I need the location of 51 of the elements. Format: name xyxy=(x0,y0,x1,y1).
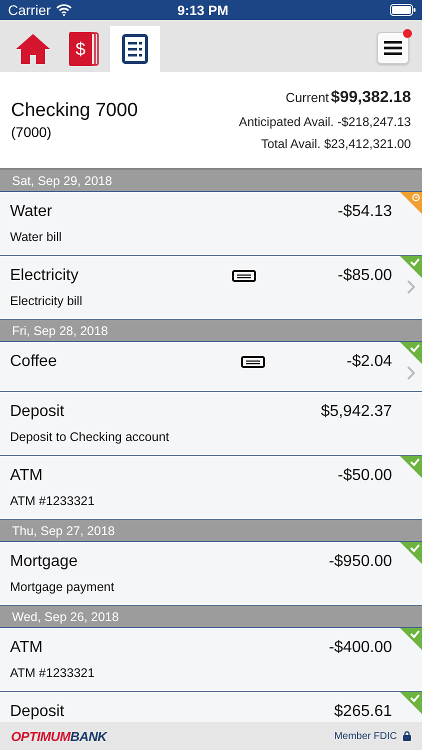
nav-tab[interactable] xyxy=(110,26,160,72)
transaction-title: Deposit xyxy=(10,703,66,721)
date-header: Fri, Sep 28, 2018 xyxy=(0,320,422,342)
carrier-label: Carrier xyxy=(8,2,51,18)
clock-time: 9:13 PM xyxy=(176,2,230,18)
fdic-label: Member FDIC xyxy=(334,730,397,742)
account-name: Checking 7000 xyxy=(11,100,138,122)
transaction-amount: -$85.00 xyxy=(338,267,392,285)
current-balance: $99,382.18 xyxy=(330,89,411,106)
transaction-description: Electricity bill xyxy=(10,294,84,308)
transaction-description: Deposit to Checking account xyxy=(10,430,170,444)
date-header: Sat, Sep 29, 2018 xyxy=(0,170,422,192)
transaction-title: Mortgage xyxy=(10,553,79,571)
list-document-icon xyxy=(122,34,148,64)
transaction-title: Deposit xyxy=(10,403,66,421)
bank-logo: OPTIMUMBANK xyxy=(11,728,108,744)
transaction-title: ATM xyxy=(10,467,44,485)
date-header: Wed, Sep 26, 2018 xyxy=(0,606,422,628)
transaction-description: Water bill xyxy=(10,230,63,244)
transaction-amount: $265.61 xyxy=(334,703,392,721)
transaction-amount: -$950.00 xyxy=(328,553,392,571)
total-balance: Total Avail. $23,412,321.00 xyxy=(260,137,411,151)
transaction-row[interactable]: Coffee -$2.04 xyxy=(0,342,422,392)
transaction-row[interactable]: Water -$54.13 Water bill xyxy=(0,192,422,256)
transaction-title: Electricity xyxy=(10,267,80,285)
transaction-amount: $5,942.37 xyxy=(320,403,392,421)
battery-icon xyxy=(390,4,416,16)
transaction-row[interactable]: Electricity -$85.00 Electricity bill xyxy=(0,256,422,320)
account-number: (7000) xyxy=(11,124,52,140)
transaction-row[interactable]: ATM -$50.00 ATM #1233321 xyxy=(0,456,422,520)
transaction-row[interactable]: Mortgage -$950.00 Mortgage payment xyxy=(0,542,422,606)
transaction-title: Coffee xyxy=(10,353,58,371)
transaction-description: Mortgage payment xyxy=(10,580,116,594)
date-header: Thu, Sep 27, 2018 xyxy=(0,520,422,542)
transaction-amount: -$50.00 xyxy=(338,467,392,485)
lock-icon xyxy=(403,731,411,741)
transaction-description: ATM #1233321 xyxy=(10,494,96,508)
transaction-row[interactable]: ATM -$400.00 ATM #1233321 xyxy=(0,628,422,692)
anticipated-balance: Anticipated Avail. -$218,247.13 xyxy=(238,115,411,129)
menu-icon xyxy=(384,41,402,55)
wifi-icon xyxy=(56,4,72,16)
transaction-title: Water xyxy=(10,203,54,221)
transaction-title: ATM xyxy=(10,639,44,657)
transaction-amount: -$54.13 xyxy=(338,203,392,221)
current-label: Current xyxy=(286,90,329,105)
transaction-amount: -$2.04 xyxy=(346,353,392,371)
transaction-description: ATM #1233321 xyxy=(10,666,96,680)
transaction-amount: -$400.00 xyxy=(328,639,392,657)
house-icon xyxy=(15,33,51,65)
nav-tab[interactable]: $ xyxy=(59,26,109,72)
menu-button[interactable] xyxy=(377,32,409,64)
